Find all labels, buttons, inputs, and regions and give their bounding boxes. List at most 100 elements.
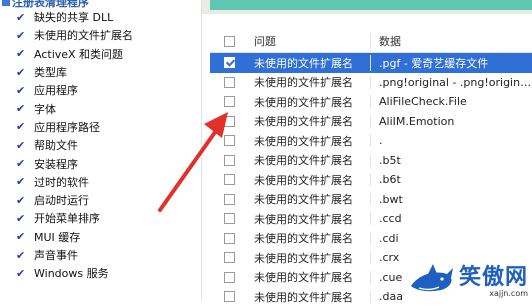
watermark-url: xajjn.com: [489, 289, 528, 298]
table-header: 问题 数据: [210, 30, 532, 53]
table-row[interactable]: 未使用的文件扩展名 AliFileCheck.File: [210, 92, 532, 112]
category-item[interactable]: ✔ 类型库: [0, 63, 133, 81]
row-checkbox[interactable]: [223, 291, 235, 303]
row-checkbox[interactable]: [223, 271, 235, 283]
checkmark-icon[interactable]: ✔: [16, 84, 28, 97]
checkmark-icon[interactable]: ✔: [16, 194, 28, 207]
row-problem: 未使用的文件扩展名: [254, 56, 353, 70]
row-data: .cdi: [370, 231, 532, 245]
row-data: .bwt: [370, 192, 532, 206]
row-problem: 未使用的文件扩展名: [254, 154, 353, 168]
table-row[interactable]: 未使用的文件扩展名 .cdi: [210, 229, 532, 249]
row-data: .b6t: [370, 173, 532, 187]
row-checkbox[interactable]: [223, 232, 235, 244]
row-problem: 未使用的文件扩展名: [254, 193, 353, 207]
category-item[interactable]: ✔ 字体: [0, 99, 133, 117]
category-label: 未使用的文件扩展名: [34, 29, 133, 43]
select-all-checkbox[interactable]: [223, 35, 235, 47]
category-item[interactable]: ✔ 应用程序路径: [0, 118, 133, 136]
category-item[interactable]: ✔ 帮助文件: [0, 136, 133, 154]
category-item[interactable]: ✔ 应用程序: [0, 81, 133, 99]
row-checkbox-cell: [210, 193, 248, 205]
row-data: .pgf - 爱奇艺缓存文件: [370, 54, 532, 71]
category-label: MUI 缓存: [34, 230, 81, 244]
row-problem: 未使用的文件扩展名: [254, 173, 353, 187]
category-item[interactable]: ✔ 声音事件: [0, 246, 133, 264]
row-problem: 未使用的文件扩展名: [254, 134, 353, 148]
shark-logo-icon: [410, 264, 453, 292]
category-label: 帮助文件: [34, 139, 78, 153]
checkmark-icon[interactable]: ✔: [16, 47, 28, 60]
category-label: 过时的软件: [34, 175, 89, 189]
checkmark-icon[interactable]: ✔: [16, 139, 28, 152]
row-checkbox-cell: [210, 57, 248, 69]
row-data: .png!original - .png!original_aut...: [370, 75, 532, 89]
checkmark-icon[interactable]: ✔: [16, 157, 28, 170]
row-problem: 未使用的文件扩展名: [254, 95, 353, 109]
row-data: AliIM.Emotion: [370, 114, 532, 128]
top-band-accent: [210, 0, 532, 10]
category-label: 开始菜单排序: [34, 212, 100, 226]
row-data: .b5t: [370, 153, 532, 167]
category-panel-header[interactable]: 注册表清理程序: [0, 0, 89, 9]
category-item[interactable]: ✔ 开始菜单排序: [0, 209, 133, 227]
row-checkbox-cell: [210, 271, 248, 283]
category-item[interactable]: ✔ 缺失的共享 DLL: [0, 8, 133, 26]
table-row[interactable]: 未使用的文件扩展名 .b5t: [210, 151, 532, 171]
row-checkbox-cell: [210, 115, 248, 127]
category-item[interactable]: ✔ MUI 缓存: [0, 228, 133, 246]
row-problem: 未使用的文件扩展名: [254, 251, 353, 265]
row-checkbox-cell: [210, 154, 248, 166]
table-row[interactable]: 未使用的文件扩展名 .ccd: [210, 209, 532, 229]
checkmark-icon[interactable]: ✔: [16, 249, 28, 262]
row-checkbox[interactable]: [223, 252, 235, 264]
category-label: 缺失的共享 DLL: [34, 11, 114, 25]
table-row[interactable]: 未使用的文件扩展名 .pgf - 爱奇艺缓存文件: [210, 53, 532, 73]
category-label: 字体: [34, 102, 56, 116]
category-item[interactable]: ✔ 启动时运行: [0, 191, 133, 209]
checkmark-icon[interactable]: ✔: [16, 175, 28, 188]
row-problem: 未使用的文件扩展名: [254, 76, 353, 90]
row-checkbox[interactable]: [223, 115, 235, 127]
row-checkbox[interactable]: [223, 174, 235, 186]
row-checkbox[interactable]: [223, 135, 235, 147]
row-checkbox[interactable]: [223, 76, 235, 88]
table-row[interactable]: 未使用的文件扩展名.: [210, 131, 532, 151]
table-row[interactable]: 未使用的文件扩展名 .bwt: [210, 190, 532, 210]
column-header-data[interactable]: 数据: [370, 33, 532, 49]
row-problem: 未使用的文件扩展名: [254, 212, 353, 226]
checkmark-icon[interactable]: ✔: [16, 230, 28, 243]
row-checkbox[interactable]: [223, 96, 235, 108]
category-label: ActiveX 和类问题: [34, 47, 124, 61]
row-checkbox[interactable]: [223, 154, 235, 166]
row-checkbox[interactable]: [223, 213, 235, 225]
table-row[interactable]: 未使用的文件扩展名 AliIM.Emotion: [210, 112, 532, 132]
category-item[interactable]: ✔ 过时的软件: [0, 173, 133, 191]
checkmark-icon[interactable]: ✔: [16, 66, 28, 79]
watermark-text: 笑傲网 xajjn.com: [459, 259, 528, 298]
column-header-problem[interactable]: 问题: [248, 33, 370, 49]
row-checkbox[interactable]: [223, 57, 235, 69]
watermark-title: 笑傲网: [458, 265, 528, 290]
category-item[interactable]: ✔ ActiveX 和类问题: [0, 45, 133, 63]
category-list: ✔ 缺失的共享 DLL ✔ 未使用的文件扩展名 ✔ ActiveX 和类问题 ✔ 类型库…: [0, 8, 133, 282]
checkmark-icon[interactable]: ✔: [16, 267, 28, 280]
category-item[interactable]: ✔ 未使用的文件扩展名: [0, 26, 133, 44]
table-row[interactable]: 未使用的文件扩展名 .b6t: [210, 170, 532, 190]
row-problem: 未使用的文件扩展名: [254, 115, 353, 129]
category-label: 应用程序: [34, 84, 78, 98]
checkmark-icon[interactable]: ✔: [16, 212, 28, 225]
table-row[interactable]: 未使用的文件扩展名 .png!original - .png!original_a…: [210, 73, 532, 93]
checkmark-icon[interactable]: ✔: [16, 29, 28, 42]
row-checkbox[interactable]: [223, 193, 235, 205]
panel-divider[interactable]: [201, 0, 202, 300]
checkmark-icon[interactable]: ✔: [16, 120, 28, 133]
checkmark-icon[interactable]: ✔: [16, 11, 28, 24]
checkmark-icon[interactable]: ✔: [16, 102, 28, 115]
row-problem: 未使用的文件扩展名: [254, 290, 353, 304]
category-label: 应用程序路径: [34, 120, 100, 134]
row-problem: 未使用的文件扩展名: [254, 271, 353, 285]
category-item[interactable]: ✔ Windows 服务: [0, 264, 133, 282]
category-item[interactable]: ✔ 安装程序: [0, 154, 133, 172]
row-data: .: [370, 134, 532, 148]
